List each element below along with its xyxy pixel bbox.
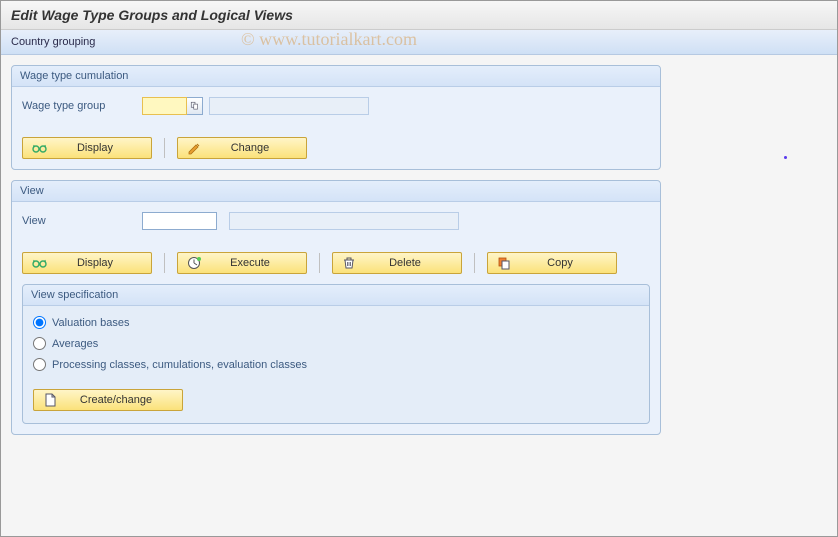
button-divider: [319, 253, 320, 273]
copy-icon: [496, 255, 512, 271]
pencil-icon: [186, 140, 202, 156]
view-display-button[interactable]: Display: [22, 252, 152, 274]
view-display-label: Display: [47, 257, 143, 269]
search-help-icon: [190, 101, 200, 111]
app-toolbar: Country grouping: [1, 30, 837, 55]
view-delete-button[interactable]: Delete: [332, 252, 462, 274]
radio-valuation-bases[interactable]: [33, 316, 46, 329]
trash-icon: [341, 255, 357, 271]
new-document-icon: [42, 392, 58, 408]
view-copy-button[interactable]: Copy: [487, 252, 617, 274]
radio-averages-row[interactable]: Averages: [23, 333, 649, 354]
view-button-row: Display Execute Delete: [12, 248, 660, 274]
wage-type-group-f4-button[interactable]: [187, 97, 203, 115]
wage-display-label: Display: [47, 142, 143, 154]
view-execute-button[interactable]: Execute: [177, 252, 307, 274]
view-copy-label: Copy: [512, 257, 608, 269]
view-execute-label: Execute: [202, 257, 298, 269]
create-change-button[interactable]: Create/change: [33, 389, 183, 411]
view-label: View: [22, 215, 142, 227]
radio-processing-classes-label: Processing classes, cumulations, evaluat…: [52, 359, 307, 371]
radio-valuation-bases-row[interactable]: Valuation bases: [23, 312, 649, 333]
button-divider: [164, 138, 165, 158]
execute-clock-icon: [186, 255, 202, 271]
radio-averages-label: Averages: [52, 338, 98, 350]
wage-type-group-label: Wage type group: [22, 100, 142, 112]
view-desc: [229, 212, 459, 230]
wage-type-group-desc: [209, 97, 369, 115]
page-title: Edit Wage Type Groups and Logical Views: [1, 1, 837, 30]
glasses-icon: [31, 140, 47, 156]
wage-type-group-row: Wage type group: [22, 97, 650, 115]
view-delete-label: Delete: [357, 257, 453, 269]
content-area: Wage type cumulation Wage type group: [1, 55, 837, 455]
view-row: View: [22, 212, 650, 230]
panel-view: View View Display: [11, 180, 661, 435]
country-grouping-label: Country grouping: [11, 36, 95, 48]
glasses-icon: [31, 255, 47, 271]
panel-view-body: View: [12, 202, 660, 248]
button-divider: [474, 253, 475, 273]
radio-averages[interactable]: [33, 337, 46, 350]
wage-button-row: Display Change: [12, 133, 660, 159]
wage-change-label: Change: [202, 142, 298, 154]
view-spec-button-row: Create/change: [23, 385, 649, 411]
wage-type-group-input[interactable]: [142, 97, 187, 115]
panel-wage-type-cumulation: Wage type cumulation Wage type group: [11, 65, 661, 170]
app-window: Edit Wage Type Groups and Logical Views …: [0, 0, 838, 537]
create-change-label: Create/change: [58, 394, 174, 406]
panel-wage-title: Wage type cumulation: [12, 66, 660, 87]
wage-display-button[interactable]: Display: [22, 137, 152, 159]
wage-change-button[interactable]: Change: [177, 137, 307, 159]
view-input[interactable]: [142, 212, 217, 230]
radio-processing-classes[interactable]: [33, 358, 46, 371]
view-spec-title: View specification: [23, 285, 649, 306]
radio-processing-classes-row[interactable]: Processing classes, cumulations, evaluat…: [23, 354, 649, 375]
caret-dot: [784, 156, 787, 159]
panel-view-specification: View specification Valuation bases Avera…: [22, 284, 650, 424]
button-divider: [164, 253, 165, 273]
panel-wage-body: Wage type group: [12, 87, 660, 133]
radio-valuation-bases-label: Valuation bases: [52, 317, 129, 329]
panel-view-title: View: [12, 181, 660, 202]
